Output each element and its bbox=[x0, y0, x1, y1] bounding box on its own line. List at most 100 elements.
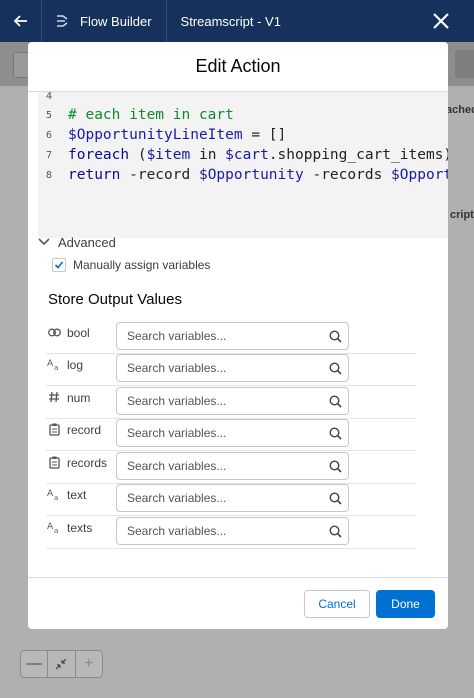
flow-builder-label: Flow Builder bbox=[80, 13, 152, 29]
flow-icon bbox=[56, 13, 70, 29]
advanced-section-toggle[interactable]: Advanced bbox=[38, 232, 116, 252]
chevron-down-icon bbox=[38, 238, 50, 246]
code-token: -record bbox=[120, 167, 199, 183]
toolbar-button bbox=[455, 50, 474, 78]
output-row: num bbox=[46, 387, 416, 419]
text-icon: Aa bbox=[47, 520, 61, 534]
variable-search-input[interactable] bbox=[127, 425, 317, 441]
variable-search-input[interactable] bbox=[127, 490, 317, 506]
output-label: num bbox=[67, 391, 91, 405]
variable-search-field[interactable] bbox=[116, 322, 349, 350]
variable-search-field[interactable] bbox=[116, 484, 349, 512]
variable-search-input[interactable] bbox=[127, 360, 317, 376]
zoom-out-icon: — bbox=[21, 651, 49, 677]
variable-search-field[interactable] bbox=[116, 419, 349, 447]
search-icon bbox=[329, 362, 342, 375]
code-token: ( bbox=[129, 147, 147, 163]
code-token: $item bbox=[146, 147, 191, 163]
svg-text:A: A bbox=[47, 522, 54, 532]
code-token: return bbox=[68, 167, 121, 183]
code-token: = [] bbox=[242, 127, 287, 143]
modal-footer: Cancel Done bbox=[28, 577, 448, 629]
advanced-label: Advanced bbox=[58, 234, 116, 250]
output-label: text bbox=[67, 488, 87, 502]
background-text: cript bbox=[450, 209, 474, 221]
variable-search-input[interactable] bbox=[127, 393, 317, 409]
manual-assign-checkbox-row[interactable]: Manually assign variables bbox=[52, 258, 210, 272]
code-editor[interactable]: 4 5 # each item in cart 6 $OpportunityLineIt… bbox=[38, 92, 448, 238]
done-button[interactable]: Done bbox=[376, 590, 435, 618]
search-icon bbox=[329, 492, 342, 505]
code-token: $Opportunity bbox=[198, 167, 304, 183]
fit-view-icon bbox=[48, 651, 76, 677]
line-number: 6 bbox=[45, 129, 53, 141]
checkmark-icon bbox=[54, 261, 64, 269]
code-text: foreach ($item in $cart.shopping_cart_it… bbox=[68, 147, 448, 163]
svg-text:a: a bbox=[54, 494, 58, 501]
variable-search-field[interactable] bbox=[116, 517, 349, 545]
output-label: texts bbox=[67, 521, 93, 535]
code-line: 4 bbox=[38, 92, 68, 106]
variable-search-input[interactable] bbox=[127, 458, 317, 474]
variable-search-input[interactable] bbox=[127, 328, 317, 344]
background-text: ached bbox=[446, 104, 474, 116]
output-label: log bbox=[67, 358, 84, 372]
code-line: 5 # each item in cart bbox=[38, 105, 234, 125]
arrow-left-icon bbox=[13, 15, 27, 27]
code-line: 6 $OpportunityLineItem = [] bbox=[38, 125, 286, 145]
search-icon bbox=[329, 460, 342, 473]
svg-text:A: A bbox=[47, 489, 54, 499]
output-row: Aa log bbox=[46, 354, 416, 386]
cancel-button[interactable]: Cancel bbox=[304, 590, 370, 618]
code-text: # each item in cart bbox=[68, 107, 234, 123]
svg-text:a: a bbox=[54, 364, 58, 371]
code-line: 7 foreach ($item in $cart.shopping_cart_i… bbox=[38, 145, 448, 165]
line-number: 8 bbox=[45, 169, 53, 181]
search-icon bbox=[329, 395, 342, 408]
search-icon bbox=[329, 330, 342, 343]
code-token: # each item in cart bbox=[68, 107, 234, 123]
variable-search-field[interactable] bbox=[116, 387, 349, 415]
variable-search-field[interactable] bbox=[116, 354, 349, 382]
record-icon bbox=[47, 422, 61, 436]
line-number: 7 bbox=[45, 149, 53, 161]
output-label: record bbox=[67, 423, 102, 437]
output-row: bool bbox=[46, 322, 416, 354]
svg-text:a: a bbox=[54, 527, 58, 534]
search-icon bbox=[329, 427, 342, 440]
code-token: $cart bbox=[225, 147, 269, 163]
text-icon: Aa bbox=[47, 487, 61, 501]
close-builder-button[interactable] bbox=[430, 10, 452, 32]
text-icon: Aa bbox=[47, 357, 61, 371]
code-token: -records bbox=[303, 167, 392, 183]
variable-search-input[interactable] bbox=[127, 523, 317, 539]
code-token: .shopping_cart_items) bbox=[268, 147, 448, 163]
close-icon bbox=[433, 13, 449, 29]
output-label: bool bbox=[67, 326, 90, 340]
code-text: $OpportunityLineItem = [] bbox=[68, 127, 286, 143]
line-number: 4 bbox=[45, 92, 53, 102]
manual-assign-label: Manually assign variables bbox=[73, 258, 211, 272]
variable-search-field[interactable] bbox=[116, 452, 349, 480]
code-token: foreach bbox=[68, 147, 130, 163]
flow-title: Streamscript - V1 bbox=[180, 13, 281, 29]
code-token: $Opport bbox=[391, 167, 448, 183]
code-token: $OpportunityLineItem bbox=[68, 127, 243, 143]
app-header: Flow Builder Streamscript - V1 bbox=[0, 0, 474, 42]
manual-assign-checkbox[interactable] bbox=[52, 258, 66, 272]
record-icon bbox=[47, 455, 61, 469]
svg-text:A: A bbox=[47, 359, 54, 369]
output-label: records bbox=[67, 456, 108, 470]
zoom-in-icon: + bbox=[84, 655, 94, 672]
boolean-icon bbox=[47, 325, 61, 339]
code-token: in bbox=[190, 147, 226, 163]
number-icon bbox=[47, 390, 61, 404]
back-button[interactable] bbox=[0, 0, 42, 42]
code-text: return -record $Opportunity -records $Op… bbox=[68, 167, 448, 183]
flow-builder-tab[interactable]: Flow Builder bbox=[42, 0, 167, 42]
line-number: 5 bbox=[45, 109, 53, 121]
zoom-controls: — + bbox=[20, 650, 103, 678]
output-row: record bbox=[46, 419, 416, 451]
modal-title: Edit Action bbox=[28, 42, 448, 92]
edit-action-modal: Edit Action 4 5 # each item in cart 6 $Oppor… bbox=[28, 42, 448, 629]
